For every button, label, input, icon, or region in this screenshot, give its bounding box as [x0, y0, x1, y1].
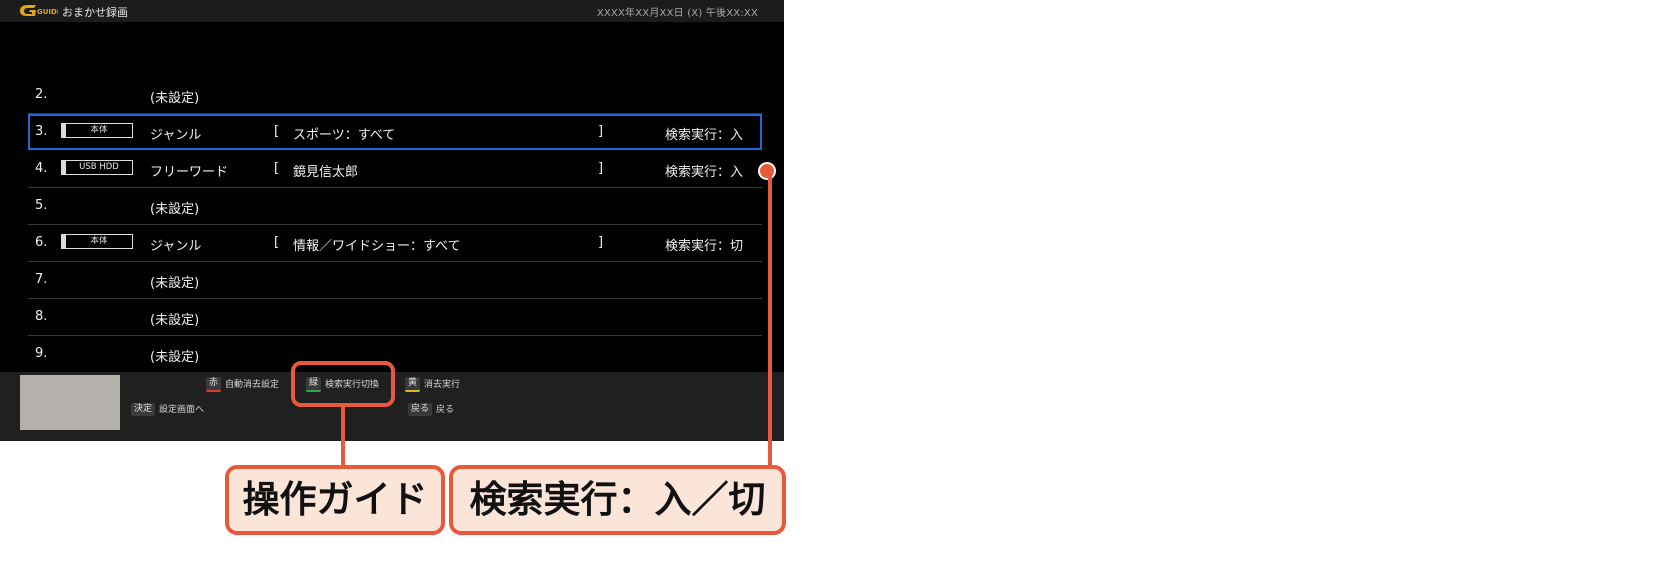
red-button-label: 自動消去設定: [225, 380, 280, 390]
list-item[interactable]: 2. (未設定): [28, 77, 762, 114]
row-number: 3.: [35, 124, 48, 139]
row-number: 9.: [35, 346, 48, 361]
row-type: (未設定): [150, 313, 200, 328]
back-button-label: 戻る: [436, 405, 455, 415]
bracket-left: [: [274, 161, 280, 176]
row-number: 5.: [35, 198, 48, 213]
top-bar: GUIDE おまかせ録画 XXXX年XX月XX日 (X) 午後XX:XX: [0, 0, 784, 22]
g-guide-logo: GUIDE: [20, 5, 58, 16]
video-preview: [20, 375, 120, 430]
list-item[interactable]: 7. (未設定): [28, 262, 762, 299]
list-item[interactable]: 4. USB HDD フリーワード [ 鏡見信太郎 ] 検索実行：入: [28, 151, 762, 188]
callout-line: [341, 405, 345, 467]
row-number: 2.: [35, 87, 48, 102]
guide-highlight-frame: [291, 361, 395, 407]
row-type: (未設定): [150, 91, 200, 106]
red-key-icon: 赤: [206, 377, 222, 392]
row-type: (未設定): [150, 350, 200, 365]
red-button-guide[interactable]: 赤自動消去設定: [206, 377, 279, 392]
row-type: フリーワード: [150, 165, 229, 180]
yellow-button-label: 消去実行: [424, 380, 461, 390]
row-type: ジャンル: [150, 128, 202, 143]
device-badge: 本体: [61, 234, 133, 249]
bracket-right: ]: [598, 235, 604, 250]
device-badge: 本体: [61, 123, 133, 138]
device-badge: USB HDD: [61, 160, 133, 175]
row-type: (未設定): [150, 202, 200, 217]
callout-exec-label: 検索実行：入／切: [449, 465, 786, 535]
back-key-icon: 戻る: [408, 403, 433, 416]
list-item[interactable]: 5. (未設定): [28, 188, 762, 225]
enter-button-guide[interactable]: 決定 設定画面へ: [131, 402, 204, 416]
list-item[interactable]: 6. 本体 ジャンル [ 情報／ワイドショー：すべて ] 検索実行：切: [28, 225, 762, 262]
row-number: 7.: [35, 272, 48, 287]
row-keyword: 情報／ワイドショー：すべて: [293, 239, 461, 254]
bracket-right: ]: [598, 161, 604, 176]
page-title: おまかせ録画: [62, 6, 128, 19]
callout-dot: [758, 162, 776, 180]
list-item[interactable]: 9. (未設定): [28, 336, 762, 372]
enter-button-label: 設定画面へ: [159, 405, 205, 415]
row-number: 4.: [35, 161, 48, 176]
bracket-left: [: [274, 235, 280, 250]
row-keyword: 鏡見信太郎: [293, 165, 359, 180]
row-type: ジャンル: [150, 239, 202, 254]
datetime: XXXX年XX月XX日 (X) 午後XX:XX: [596, 8, 758, 19]
callout-guide-label: 操作ガイド: [225, 465, 445, 535]
yellow-key-icon: 黄: [405, 377, 421, 392]
yellow-button-guide[interactable]: 黄消去実行: [405, 377, 460, 392]
search-exec-status: 検索実行：切: [665, 239, 744, 254]
search-exec-status: 検索実行：入: [665, 128, 744, 143]
bracket-right: ]: [598, 124, 604, 139]
search-exec-status: 検索実行：入: [665, 165, 744, 180]
row-number: 8.: [35, 309, 48, 324]
back-button-guide[interactable]: 戻る 戻る: [408, 402, 454, 416]
list-item[interactable]: 8. (未設定): [28, 299, 762, 336]
row-number: 6.: [35, 235, 48, 250]
enter-key-icon: 決定: [131, 403, 156, 416]
bracket-left: [: [274, 124, 280, 139]
row-keyword: スポーツ：すべて: [293, 128, 396, 143]
callout-line: [768, 170, 772, 467]
list-item-selected[interactable]: 3. 本体 ジャンル [ スポーツ：すべて ] 検索実行：入: [28, 114, 762, 150]
svg-text:GUIDE: GUIDE: [37, 8, 58, 16]
row-type: (未設定): [150, 276, 200, 291]
